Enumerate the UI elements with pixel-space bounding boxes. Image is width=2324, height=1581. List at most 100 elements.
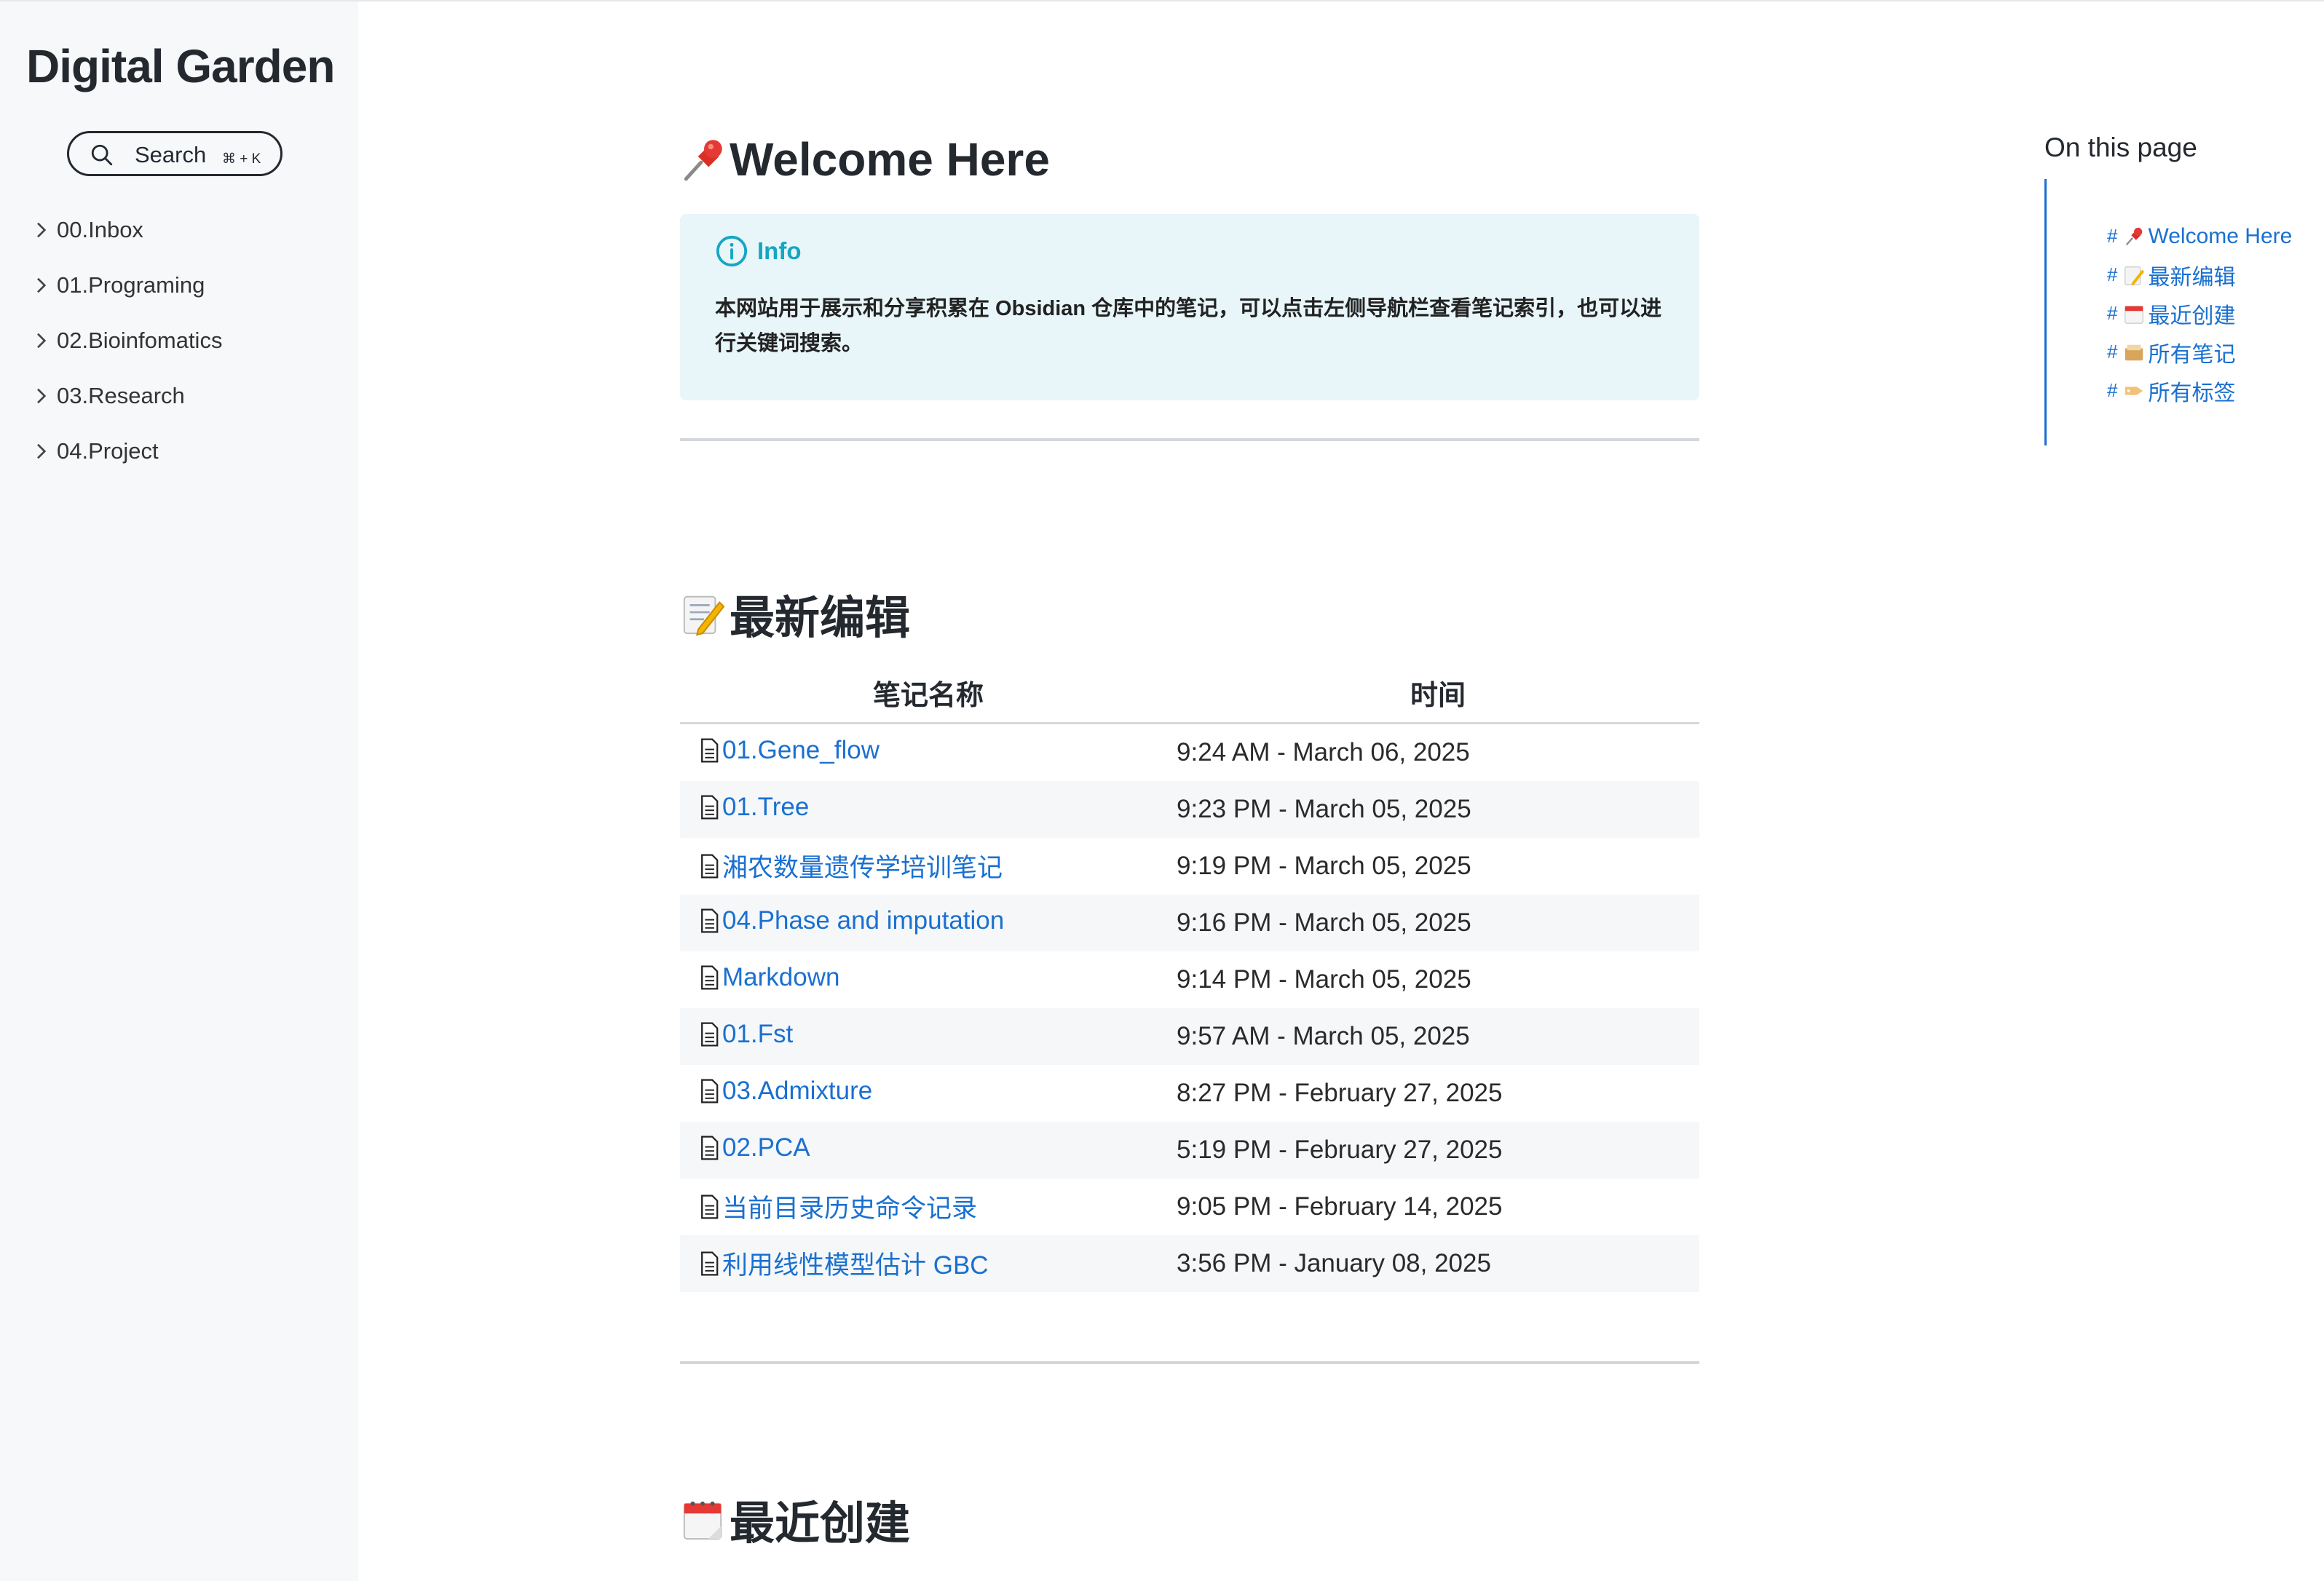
callout-title: Info (715, 234, 1664, 268)
site-title[interactable]: Digital Garden (26, 39, 335, 93)
sidebar: Digital Garden Search ⌘ + K 00.Inbox 01.… (0, 1, 358, 1581)
toc-item-label: 最近创建 (2148, 304, 2236, 328)
callout-body: 本网站用于展示和分享积累在 Obsidian 仓库中的笔记，可以点击左侧导航栏查… (715, 297, 1662, 355)
note-link[interactable]: 01.Fst (699, 1020, 793, 1049)
nav-item-label: 02.Bioinfomatics (57, 328, 223, 353)
toc-item-welcome[interactable]: # Welcome Here (2107, 217, 2292, 255)
divider (680, 438, 1699, 441)
note-time-cell: 3:56 PM - January 08, 2025 (1177, 1235, 1699, 1292)
card-box-icon (2125, 344, 2143, 360)
note-link[interactable]: 03.Admixture (699, 1077, 872, 1106)
search-label: Search (135, 142, 207, 167)
section-heading-recent-edits: 最新编辑 (680, 581, 910, 646)
note-time-cell: 9:57 AM - March 05, 2025 (1177, 1008, 1699, 1065)
page-title: Welcome Here (680, 132, 1050, 186)
note-name-cell: 01.Tree (680, 781, 1177, 838)
note-link[interactable]: 01.Tree (699, 793, 809, 822)
document-icon (701, 1194, 719, 1219)
search-button[interactable]: Search ⌘ + K (67, 131, 282, 176)
hash-icon: # (2107, 264, 2118, 285)
note-time-cell: 9:24 AM - March 06, 2025 (1177, 738, 1470, 766)
note-link-text: 当前目录历史命令记录 (722, 1194, 978, 1224)
section-heading-text: 最新编辑 (730, 593, 911, 643)
note-time-cell: 5:19 PM - February 27, 2025 (1177, 1122, 1699, 1178)
note-link[interactable]: 湘农数量遗传学培训笔记 (699, 847, 1003, 884)
nav-item-label: 00.Inbox (57, 217, 143, 242)
table-row: Markdown 9:14 PM - March 05, 2025 (680, 951, 1699, 1008)
table-row: 湘农数量遗传学培训笔记 9:19 PM - March 05, 2025 (680, 838, 1699, 895)
toc-item-label: Welcome Here (2148, 223, 2293, 248)
note-time-cell: 9:23 PM - March 05, 2025 (1177, 781, 1699, 838)
folder-nav: 00.Inbox 01.Programing 02.Bioinfomatics … (29, 202, 222, 479)
nav-item-inbox[interactable]: 00.Inbox (29, 202, 222, 258)
document-icon (701, 1079, 719, 1103)
hash-icon: # (2107, 379, 2118, 401)
search-shortcut: ⌘ + K (222, 151, 261, 167)
column-header-name: 笔记名称 (680, 662, 1177, 724)
note-link-text: 03.Admixture (722, 1077, 873, 1105)
note-link[interactable]: 利用线性模型估计 GBC (699, 1245, 989, 1282)
table-row: 03.Admixture 8:27 PM - February 27, 2025 (680, 1065, 1699, 1122)
nav-item-bioinfomatics[interactable]: 02.Bioinfomatics (29, 313, 222, 368)
note-name-cell: 02.PCA (680, 1122, 1177, 1178)
note-name-cell: 03.Admixture (680, 1065, 1177, 1122)
nav-item-label: 04.Project (57, 438, 159, 464)
nav-item-research[interactable]: 03.Research (29, 368, 222, 424)
note-name-cell: Markdown (680, 951, 1177, 1008)
chevron-right-icon (37, 443, 47, 459)
section-heading-recent-created: 最近创建 (680, 1486, 910, 1552)
hash-icon: # (2107, 341, 2118, 362)
note-link-text: 利用线性模型估计 GBC (722, 1251, 989, 1280)
note-time-cell: 9:19 PM - March 05, 2025 (1177, 852, 1471, 880)
note-link-text: 湘农数量遗传学培训笔记 (722, 854, 1003, 883)
page-title-text: Welcome Here (730, 133, 1050, 186)
table-row: 01.Fst 9:57 AM - March 05, 2025 (680, 1008, 1699, 1065)
section-heading-text: 最近创建 (730, 1499, 911, 1549)
table-of-contents: On this page # Welcome Here # 最新编辑 # 最近创… (2044, 132, 2292, 445)
note-link[interactable]: Markdown (699, 963, 839, 992)
nav-item-programing[interactable]: 01.Programing (29, 258, 222, 313)
document-icon (701, 965, 719, 990)
chevron-right-icon (37, 222, 47, 238)
toc-item-recent-edits[interactable]: # 最新编辑 (2107, 255, 2292, 294)
document-icon (701, 1022, 719, 1047)
table-row: 02.PCA 5:19 PM - February 27, 2025 (680, 1122, 1699, 1178)
document-icon (701, 1251, 719, 1276)
chevron-right-icon (37, 277, 47, 293)
note-time-cell: 8:27 PM - February 27, 2025 (1177, 1079, 1503, 1107)
calendar-icon (683, 1501, 722, 1540)
table-row: 当前目录历史命令记录 9:05 PM - February 14, 2025 (680, 1178, 1699, 1235)
toc-item-recent-created[interactable]: # 最近创建 (2107, 294, 2292, 333)
divider (680, 1361, 1699, 1364)
note-link[interactable]: 当前目录历史命令记录 (699, 1188, 977, 1225)
note-link-text: 01.Tree (722, 793, 810, 821)
note-link-text: 04.Phase and imputation (722, 906, 1005, 935)
note-time-cell: 9:16 PM - March 05, 2025 (1177, 895, 1699, 951)
note-time-cell: 9:05 PM - February 14, 2025 (1177, 1192, 1503, 1221)
memo-icon (2125, 266, 2145, 285)
note-name-cell: 01.Fst (680, 1008, 1177, 1065)
document-icon (701, 795, 719, 820)
table-row: 01.Tree 9:23 PM - March 05, 2025 (680, 781, 1699, 838)
hash-icon: # (2107, 302, 2118, 324)
column-header-time: 时间 (1177, 662, 1699, 724)
pushpin-icon (2126, 227, 2143, 245)
chevron-right-icon (37, 333, 47, 349)
nav-item-label: 03.Research (57, 383, 185, 408)
nav-item-label: 01.Programing (57, 272, 205, 298)
note-link[interactable]: 02.PCA (699, 1133, 810, 1162)
document-icon (701, 854, 719, 879)
note-name-cell: 04.Phase and imputation (680, 895, 1177, 951)
note-link[interactable]: 04.Phase and imputation (699, 906, 1004, 935)
toc-rail (2044, 179, 2047, 445)
memo-icon (683, 595, 725, 636)
toc-item-label: 所有笔记 (2148, 342, 2236, 367)
note-link-text: 02.PCA (722, 1133, 810, 1162)
toc-item-label: 最新编辑 (2148, 265, 2236, 290)
recent-edits-table: 笔记名称 时间 01.Gene_flow 9:24 AM - March 06, … (680, 662, 1699, 1292)
note-link[interactable]: 01.Gene_flow (699, 736, 880, 765)
toc-item-all-tags[interactable]: # 所有标签 (2107, 371, 2292, 410)
document-icon (701, 908, 719, 933)
nav-item-project[interactable]: 04.Project (29, 424, 222, 479)
toc-item-all-notes[interactable]: # 所有笔记 (2107, 333, 2292, 371)
